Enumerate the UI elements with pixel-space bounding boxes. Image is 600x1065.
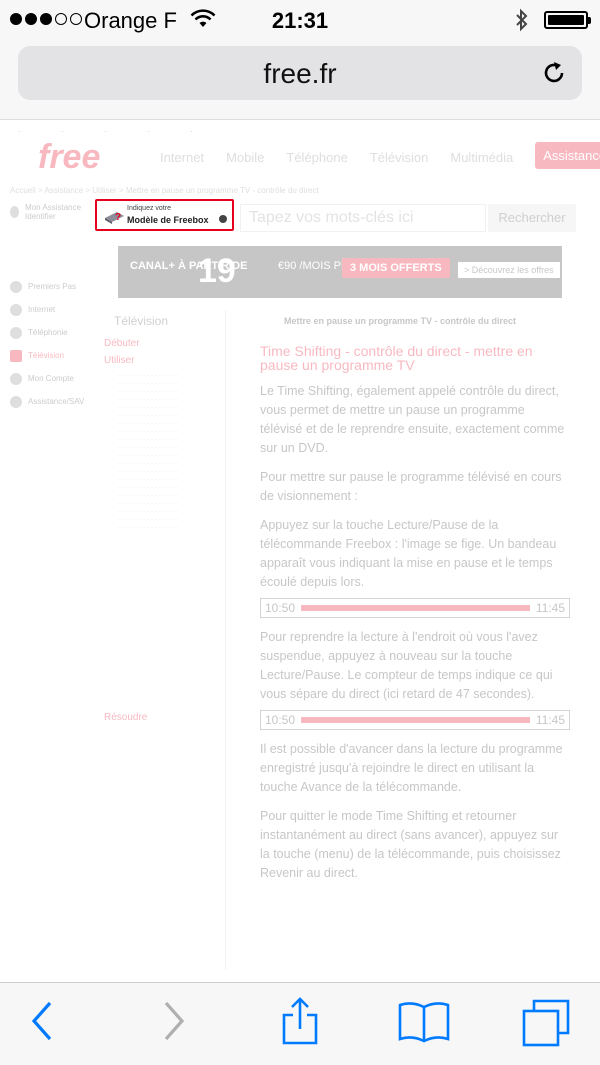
share-icon[interactable] [280, 997, 320, 1045]
article-para-4: Pour reprendre la lecture à l'endroit où… [260, 630, 553, 701]
sidebar-item-internet[interactable]: Internet [10, 298, 92, 321]
forward-icon[interactable] [160, 999, 188, 1043]
tabs-icon[interactable] [522, 999, 572, 1047]
main-nav: Internet Mobile Téléphone Télévision Mul… [160, 142, 600, 169]
article-para-1: Le Time Shifting, également appelé contr… [260, 384, 565, 455]
status-bar: Orange F 21:31 [0, 0, 600, 40]
freebox-router-icon: ? [105, 212, 124, 224]
free-logo[interactable]: free [38, 138, 100, 177]
browser-toolbar [0, 982, 600, 1065]
url-text: free.fr [263, 58, 337, 89]
battery-icon [544, 11, 591, 29]
sidebar-item-assistance-sav[interactable]: Assistance/SAV [10, 390, 92, 413]
top-strip: · · · · · [18, 126, 193, 136]
timeline-graphic-1: 10:50 11:45 [260, 598, 570, 618]
search-input[interactable]: Tapez vos mots-clés ici [240, 204, 486, 232]
article-title: Time Shifting - contrôle du direct - met… [260, 343, 533, 373]
bookmarks-icon[interactable] [398, 1001, 450, 1043]
timeline-graphic-2: 10:50 11:45 [260, 710, 570, 730]
nav-mobile[interactable]: Mobile [226, 150, 264, 169]
bluetooth-icon [516, 8, 528, 32]
sidebar-item-television[interactable]: Télévision [10, 344, 92, 367]
banner-cta-button[interactable]: > Découvrez les offres [458, 262, 560, 278]
search-button[interactable]: Rechercher [488, 204, 576, 232]
nav-telephone[interactable]: Téléphone [286, 150, 347, 169]
sidebar-item-mon-compte[interactable]: Mon Compte [10, 367, 92, 390]
freebox-selector-label: Modèle de Freebox [127, 215, 209, 225]
article: Mettre en pause un programme TV - contrô… [260, 316, 570, 883]
web-page[interactable]: · · · · · free Internet Mobile Téléphone Tél… [0, 120, 600, 982]
sidebar: Mon Assistance Identifier Premiers Pas I… [10, 200, 92, 413]
banner-price: 19 [198, 252, 236, 290]
nav-assistance[interactable]: Assistance [535, 142, 600, 169]
banner-offer: 3 MOIS OFFERTS [342, 258, 450, 278]
nav-internet[interactable]: Internet [160, 150, 204, 169]
svg-text:?: ? [115, 212, 121, 223]
breadcrumb: Accueil > Assistance > Utiliser > Mettre… [10, 186, 319, 195]
sidebar-item-premiers-pas[interactable]: Premiers Pas [10, 275, 92, 298]
clock: 21:31 [271, 8, 329, 33]
article-para-3: Appuyez sur la touche Lecture/Pause de l… [260, 518, 557, 589]
menu-utiliser[interactable]: Utiliser [104, 355, 225, 366]
article-para-5: Il est possible d'avancer dans la lectur… [260, 742, 563, 794]
address-bar[interactable]: free.fr [18, 46, 582, 100]
sidebar-item-mon-assistance[interactable]: Mon Assistance Identifier [10, 200, 92, 223]
menu-resoudre[interactable]: Résoudre [104, 712, 225, 723]
canal-plus-banner[interactable]: CANAL+ À PARTIR DE 19 €90 /MOIS PENDANT … [118, 246, 562, 298]
nav-multimedia[interactable]: Multimédia [450, 150, 513, 169]
menu-sublist: · · · · · · · · · · · · · · · · · · · · ·… [118, 373, 179, 531]
sidebar-item-telephonie[interactable]: Téléphonie [10, 321, 92, 344]
section-menu: Télévision Débuter Utiliser · · · · · · … [100, 310, 226, 970]
menu-debuter[interactable]: Débuter [104, 338, 225, 349]
freebox-model-selector[interactable]: ? Indiquez votre Modèle de Freebox [95, 199, 234, 231]
article-para-2: Pour mettre sur pause le programme télév… [260, 470, 562, 503]
back-icon[interactable] [28, 999, 56, 1043]
dropdown-icon [219, 215, 227, 223]
reload-icon[interactable] [540, 59, 568, 87]
article-breadcrumb: Mettre en pause un programme TV - contrô… [284, 316, 517, 326]
article-para-6: Pour quitter le mode Time Shifting et re… [260, 809, 561, 880]
nav-television[interactable]: Télévision [370, 150, 429, 169]
freebox-selector-hint: Indiquez votre [127, 205, 171, 212]
menu-heading[interactable]: Télévision [114, 314, 225, 328]
address-bar-area: free.fr [0, 40, 600, 120]
